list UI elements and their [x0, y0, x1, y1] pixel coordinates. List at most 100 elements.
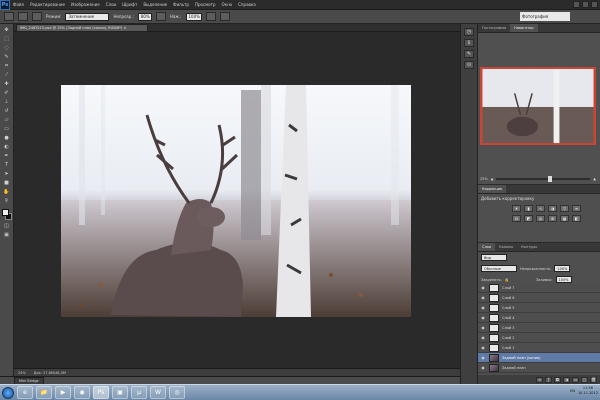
layer-row[interactable]: ◉ Задний план: [478, 363, 600, 373]
type-tool-icon[interactable]: T: [2, 161, 12, 169]
menu-layers[interactable]: Слои: [103, 2, 119, 7]
zoom-out-icon[interactable]: ▲: [491, 177, 494, 181]
taskbar-app-photoshop[interactable]: Ps: [93, 386, 109, 399]
navigator-zoom-value[interactable]: 25%: [480, 177, 488, 181]
document-tab[interactable]: IMG_2463215.psd @ 25% (Задний план (копи…: [16, 24, 148, 32]
blend-mode-select[interactable]: Обычные: [481, 265, 517, 272]
clone-source-panel-icon[interactable]: ⊙: [464, 61, 474, 69]
hue-icon[interactable]: ≡: [572, 205, 581, 212]
layer-style-icon[interactable]: ƒ: [545, 376, 552, 383]
taskbar-app-window[interactable]: ▣: [112, 386, 128, 399]
layer-row[interactable]: ◉ Слой 2: [478, 333, 600, 343]
pressure-size-button[interactable]: [219, 12, 230, 21]
eye-icon[interactable]: ◉: [480, 314, 486, 322]
eye-icon[interactable]: ◉: [480, 294, 486, 302]
flow-input[interactable]: 100%: [185, 12, 202, 21]
healing-tool-icon[interactable]: ✚: [2, 80, 12, 88]
invert-icon[interactable]: ◧: [572, 215, 581, 222]
zoom-slider[interactable]: [496, 176, 591, 182]
taskbar-app-chrome[interactable]: ◉: [74, 386, 90, 399]
workspace-select[interactable]: Фотография: [520, 12, 570, 21]
tab-histogram[interactable]: Гистограмма: [478, 24, 510, 32]
eye-icon[interactable]: ◉: [480, 284, 486, 292]
document-image[interactable]: [61, 85, 411, 317]
menu-help[interactable]: Справка: [235, 2, 259, 7]
tab-channels[interactable]: Каналы: [495, 243, 517, 251]
menu-type[interactable]: Шрифт: [119, 2, 140, 7]
trash-icon[interactable]: 🗑: [590, 376, 597, 383]
quick-mask-icon[interactable]: ◫: [2, 222, 12, 230]
screen-mode-icon[interactable]: ▣: [2, 231, 12, 239]
color-swatches[interactable]: [1, 209, 12, 221]
curves-icon[interactable]: ∿: [536, 205, 545, 212]
tool-preset-button[interactable]: [4, 12, 14, 21]
brush-preset-button[interactable]: [18, 12, 28, 21]
layer-row[interactable]: ◉ Слой 4: [478, 313, 600, 323]
layer-row[interactable]: ◉ Слой 5: [478, 303, 600, 313]
layer-mask-icon[interactable]: ◘: [554, 376, 561, 383]
color-lookup-icon[interactable]: ▦: [560, 215, 569, 222]
eye-icon[interactable]: ◉: [480, 354, 486, 362]
adjustment-layer-icon[interactable]: ◑: [563, 376, 570, 383]
hand-tool-icon[interactable]: ✋: [2, 188, 12, 196]
tab-layers[interactable]: Слои: [478, 243, 496, 251]
eye-icon[interactable]: ◉: [480, 304, 486, 312]
shape-tool-icon[interactable]: ■: [2, 179, 12, 187]
menu-edit[interactable]: Редактирование: [27, 2, 68, 7]
photo-filter-icon[interactable]: ◎: [536, 215, 545, 222]
zoom-in-icon[interactable]: ▲: [593, 177, 596, 181]
history-brush-tool-icon[interactable]: ↺: [2, 107, 12, 115]
brush-panel-icon[interactable]: ✎: [464, 50, 474, 58]
taskbar-app-other[interactable]: ◎: [169, 386, 185, 399]
brush-tool-icon[interactable]: ✐: [2, 89, 12, 97]
layer-opacity-input[interactable]: 100%: [554, 265, 571, 272]
layer-row-selected[interactable]: ◉ Задний план (копия): [478, 353, 600, 363]
taskbar-app-explorer[interactable]: 📁: [36, 386, 52, 399]
gradient-tool-icon[interactable]: ▭: [2, 125, 12, 133]
layer-row[interactable]: ◉ Слой 6: [478, 293, 600, 303]
layer-kind-filter[interactable]: Вид: [481, 254, 507, 261]
layer-row[interactable]: ◉ Слой 3: [478, 323, 600, 333]
foreground-color-swatch[interactable]: [1, 209, 9, 216]
eraser-tool-icon[interactable]: ▱: [2, 116, 12, 124]
close-button[interactable]: [591, 1, 598, 8]
minimize-button[interactable]: [573, 1, 580, 8]
new-layer-icon[interactable]: ▢: [581, 376, 588, 383]
navigator-thumbnail[interactable]: [480, 67, 596, 145]
pressure-opacity-button[interactable]: [155, 12, 166, 21]
menu-window[interactable]: Окно: [219, 2, 236, 7]
brush-panel-toggle[interactable]: [32, 12, 42, 21]
taskbar-app-word[interactable]: W: [150, 386, 166, 399]
tab-adjustments[interactable]: Коррекция: [478, 185, 507, 193]
move-tool-icon[interactable]: ✥: [2, 26, 12, 34]
menu-image[interactable]: Изображение: [68, 2, 103, 7]
maximize-button[interactable]: [582, 1, 589, 8]
canvas-area[interactable]: [14, 32, 460, 368]
eye-icon[interactable]: ◉: [480, 334, 486, 342]
stamp-tool-icon[interactable]: ⊥: [2, 98, 12, 106]
menu-select[interactable]: Выделение: [140, 2, 170, 7]
crop-tool-icon[interactable]: ⌗: [2, 62, 12, 70]
eye-icon[interactable]: ◉: [480, 324, 486, 332]
vibrance-icon[interactable]: ▽: [560, 205, 569, 212]
mode-select[interactable]: Затемнение: [65, 12, 110, 21]
pen-tool-icon[interactable]: ✒: [2, 152, 12, 160]
menu-file[interactable]: Файл: [10, 2, 27, 7]
link-layers-icon[interactable]: ∞: [536, 376, 543, 383]
taskbar-app-utorrent[interactable]: μ: [131, 386, 147, 399]
clock[interactable]: 11:56 10.11.2012: [578, 386, 598, 396]
fill-input[interactable]: 100%: [555, 276, 572, 283]
lasso-tool-icon[interactable]: ◌: [2, 44, 12, 52]
tab-paths[interactable]: Контуры: [517, 243, 541, 251]
eye-icon[interactable]: ◉: [480, 344, 486, 352]
taskbar-app-ie[interactable]: e: [17, 386, 33, 399]
opacity-input[interactable]: 80%: [137, 12, 152, 21]
exposure-icon[interactable]: ◑: [548, 205, 557, 212]
status-zoom[interactable]: 25%: [18, 371, 26, 375]
quick-select-tool-icon[interactable]: ✎: [2, 53, 12, 61]
levels-icon[interactable]: ▮: [524, 205, 533, 212]
marquee-tool-icon[interactable]: ⬚: [2, 35, 12, 43]
airbrush-button[interactable]: [205, 12, 216, 21]
eyedropper-tool-icon[interactable]: ⁄: [2, 71, 12, 79]
black-white-icon[interactable]: ◩: [524, 215, 533, 222]
